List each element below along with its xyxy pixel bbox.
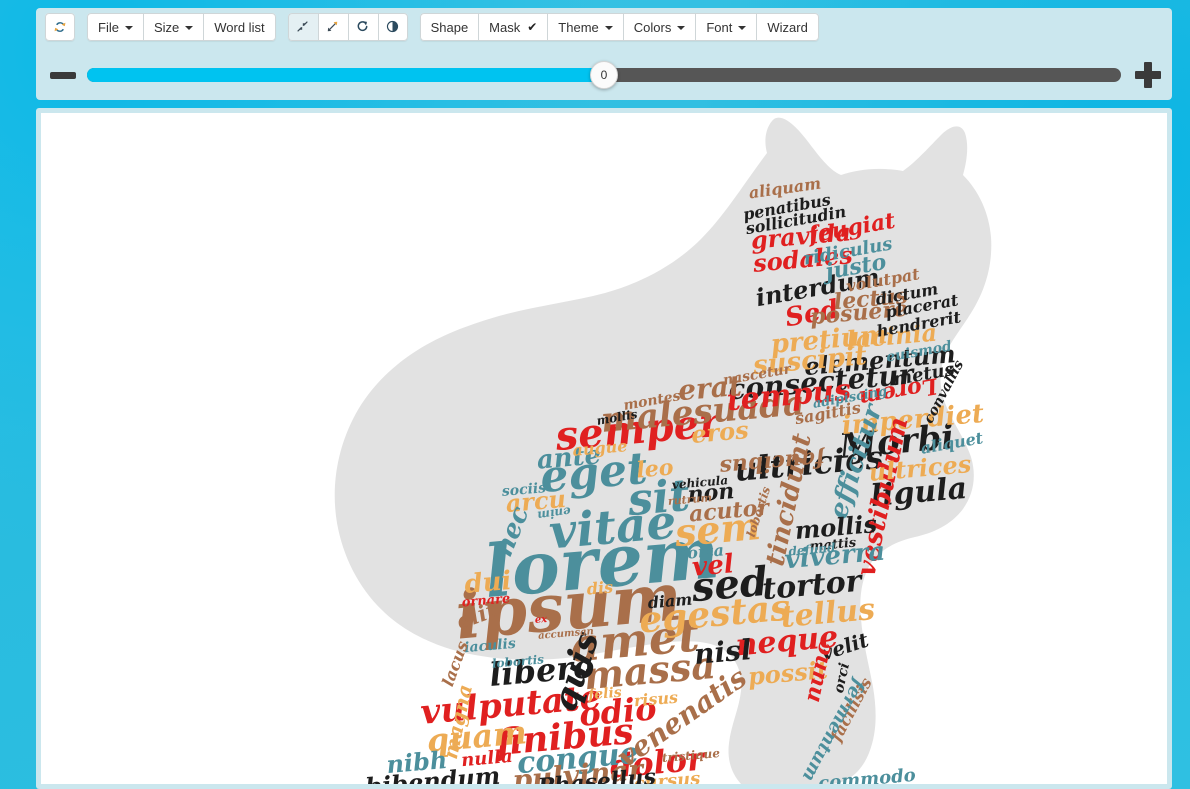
word-cloud-svg: loremipsumvitaeametegetsitsempersedmassa… [334, 117, 992, 784]
cloud-word[interactable]: vel [691, 549, 735, 583]
toolbar-group-file: File Size Word list [87, 13, 276, 41]
size-slider-handle[interactable]: 0 [590, 61, 618, 89]
size-menu-label: Size [153, 19, 180, 35]
word-cloud-canvas[interactable]: lorem ipsum vitae amet eget sit semper sed massa… [41, 113, 1167, 784]
canvas-panel: lorem ipsum vitae amet eget sit semper sed massa… [36, 108, 1172, 789]
file-menu-label: File [98, 19, 119, 35]
size-slider-row: 0 [45, 56, 1163, 94]
font-menu-button[interactable]: Font [695, 13, 757, 41]
cloud-word[interactable]: felis [587, 685, 623, 704]
top-control-panel: File Size Word list Shape Mask ✔ Theme C… [36, 8, 1172, 100]
rotate-icon [356, 20, 370, 34]
size-menu-button[interactable]: Size [142, 13, 204, 41]
word-list-label: Word list [214, 19, 265, 35]
mask-button[interactable]: Mask ✔ [478, 13, 548, 41]
file-menu-button[interactable]: File [87, 13, 143, 41]
cloud-word[interactable]: leo [635, 454, 674, 483]
colors-menu-button[interactable]: Colors [622, 13, 696, 41]
size-slider-fill [87, 68, 604, 82]
refresh-button[interactable] [45, 13, 75, 41]
toolbar-group-style: Shape Mask ✔ Theme Colors Font Wizard [419, 13, 819, 41]
contrast-icon [386, 20, 400, 34]
colors-label: Colors [633, 19, 672, 35]
toolbar: File Size Word list Shape Mask ✔ Theme C… [45, 13, 831, 41]
word-cloud-stage: lorem ipsum vitae amet eget sit semper sed massa… [41, 113, 1167, 784]
toolbar-group-primary [45, 13, 75, 41]
theme-label: Theme [558, 19, 599, 35]
cloud-word[interactable]: ex [534, 614, 548, 626]
expand-arrows-icon [326, 20, 340, 34]
word-list-button[interactable]: Word list [203, 13, 276, 41]
chevron-down-icon [738, 26, 747, 30]
font-label: Font [706, 19, 733, 35]
wizard-button[interactable]: Wizard [756, 13, 819, 41]
decrease-size-button[interactable] [50, 71, 76, 79]
theme-menu-button[interactable]: Theme [547, 13, 623, 41]
compress-button[interactable] [287, 13, 318, 41]
cloud-word[interactable]: nulla [460, 746, 513, 771]
mask-label: Mask [489, 19, 521, 35]
check-icon: ✔ [527, 20, 538, 34]
cloud-word[interactable]: eros [690, 415, 750, 449]
toolbar-group-transform [287, 13, 408, 41]
cloud-word[interactable]: risus [633, 688, 679, 711]
size-slider-track[interactable]: 0 [87, 61, 1121, 89]
chevron-down-icon [677, 26, 686, 30]
chevron-down-icon [185, 26, 194, 30]
chevron-down-icon [124, 26, 133, 30]
shape-button[interactable]: Shape [419, 13, 479, 41]
chevron-down-icon [604, 26, 613, 30]
compress-arrows-icon [296, 20, 310, 34]
shape-label: Shape [430, 19, 469, 35]
refresh-icon [53, 20, 67, 34]
wizard-label: Wizard [767, 19, 808, 35]
expand-button[interactable] [317, 13, 348, 41]
contrast-button[interactable] [377, 13, 408, 41]
increase-size-button[interactable] [1135, 62, 1161, 88]
cloud-word[interactable]: diam [647, 590, 693, 613]
rotate-button[interactable] [347, 13, 378, 41]
cloud-word[interactable]: dis [586, 577, 614, 598]
cloud-word[interactable]: nisl [693, 633, 753, 671]
